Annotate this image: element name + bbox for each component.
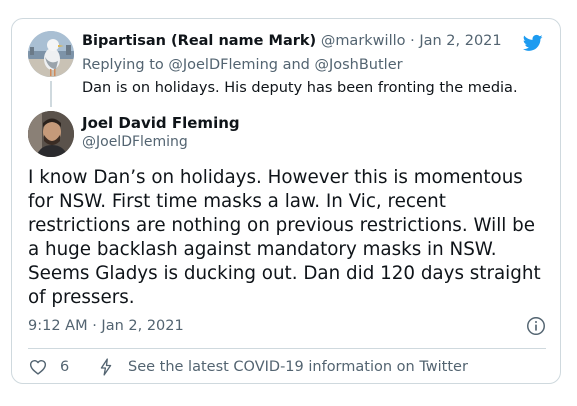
author-handle[interactable]: @JoelDFleming [82,134,188,150]
action-divider [28,348,546,349]
mention-link[interactable]: @JoshButler [314,57,402,73]
parent-header: Bipartisan (Real name Mark) @markwillo ·… [82,33,502,49]
tweet-text: I know Dan’s on holidays. However this i… [28,166,550,310]
like-count: 6 [60,359,70,375]
covid-info-link[interactable]: See the latest COVID-19 information on T… [96,357,468,377]
covid-info-text: See the latest COVID-19 information on T… [128,359,468,375]
mention-joiner: and [282,57,310,73]
info-icon[interactable] [525,315,547,337]
parent-date[interactable]: Jan 2, 2021 [419,33,501,49]
tweet-text-line: Seems Gladys is ducking out. Dan did 120… [28,263,541,284]
tweet-timestamp[interactable]: 9:12 AM · Jan 2, 2021 [28,318,184,334]
lightning-icon [100,358,112,376]
tweet-text-line: I know Dan’s on holidays. However this i… [28,167,523,188]
parent-display-name[interactable]: Bipartisan (Real name Mark) [82,33,316,49]
embedded-tweet-card: Bipartisan (Real name Mark) @markwillo ·… [11,18,561,384]
tweet-text-line: for NSW. First time masks a law. In Vic,… [28,191,446,212]
tweet-text-line: restrictions are nothing on previous res… [28,215,536,236]
like-button[interactable]: 6 [28,357,69,377]
parent-separator: · [405,33,420,49]
parent-tweet-text: Dan is on holidays. His deputy has been … [82,80,518,96]
mention-link[interactable]: @JoelDFleming [168,57,278,73]
parent-handle[interactable]: @markwillo [321,33,406,49]
author-display-name[interactable]: Joel David Fleming [82,114,240,132]
heart-icon [29,359,47,375]
seagull-avatar-icon [28,31,74,77]
author-avatar[interactable] [28,111,74,157]
replying-to: Replying to @JoelDFleming and @JoshButle… [82,57,403,73]
thread-connector [50,81,52,107]
parent-avatar[interactable] [28,31,74,77]
user-photo-avatar-icon [28,111,74,157]
tweet-text-line: of pressers. [28,287,135,308]
twitter-bird-icon[interactable] [521,33,545,53]
tweet-text-line: a huge backlash against mandatory masks … [28,239,497,260]
replying-prefix: Replying to [82,57,164,73]
